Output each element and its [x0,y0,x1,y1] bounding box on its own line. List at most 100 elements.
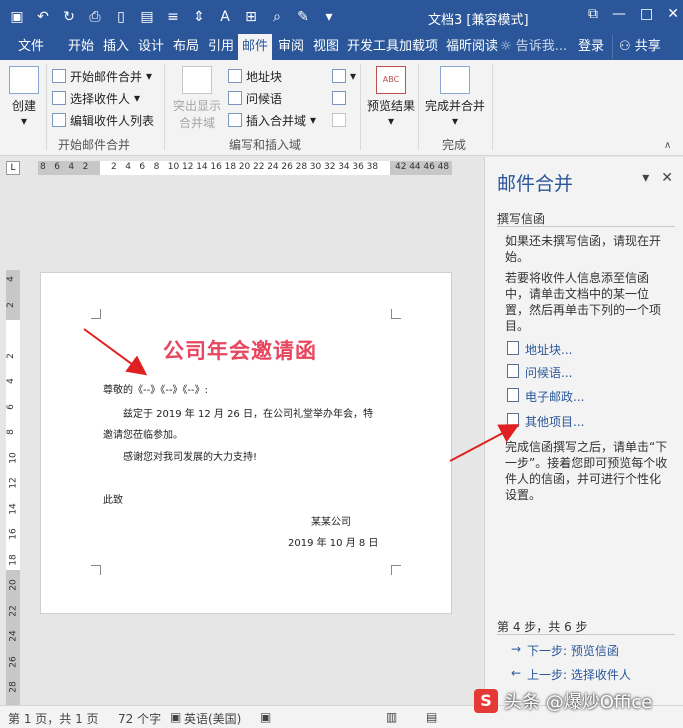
macro-icon[interactable]: ▣ [260,710,271,724]
ruler-tick-label: 26 [8,655,19,668]
insert-merge-field-button[interactable]: 插入合并域 ▾ [228,110,316,130]
ruler-tick-label: 48 [437,162,450,172]
tab-layout[interactable]: 布局 [169,34,203,60]
tab-review[interactable]: 审阅 [274,34,308,60]
vertical-ruler[interactable]: 4 2 2 4 6 8 10 12 14 16 18 20 22 24 26 28 [6,270,20,705]
tell-me-input[interactable]: ☼ 告诉我... [500,34,567,60]
ruler-tick-label: 6 [54,162,60,172]
spelling-icon[interactable]: ▣ [170,710,181,724]
ruler-tick-label: 2 [5,352,16,359]
greeting-line-button[interactable]: 问候语 [228,88,282,108]
ruler-tick-label: 8 [153,162,160,172]
create-button[interactable]: 创建 ▾ [8,66,40,128]
pane-title: 邮件合并 [497,173,574,195]
edit-recipient-list-button[interactable]: 编辑收件人列表 [52,110,154,130]
minimize-icon[interactable]: — [612,6,626,22]
start-merge-button[interactable]: 开始邮件合并 ▾ [52,66,152,86]
preview-results-button[interactable]: ABC 预览结果 ▾ [366,66,416,128]
recipients-icon [52,91,66,105]
pane-text-3: 完成信函撰写之后，请单击“下一步”。接着您即可预览每个收件人的信函，并可进行个性… [505,440,668,502]
ruler-tick-label: 16 [210,162,222,172]
paste-icon[interactable]: ▤ [136,6,158,28]
crop-mark [91,309,101,319]
ribbon-tabs: 文件 开始 插入 设计 布局 引用 邮件 审阅 视图 开发工具 加载项 福昕阅读… [0,34,683,60]
pen-icon[interactable]: ✎ [292,6,314,28]
ruler-tick-label: 2 [5,301,16,308]
tab-view[interactable]: 视图 [309,34,343,60]
tab-foxit[interactable]: 福昕阅读 [442,34,502,60]
ruler-tick-label: 4 [68,162,75,172]
previous-step-link[interactable]: ← 上一步: 选择收件人 [511,666,631,683]
save-icon[interactable]: ▣ [6,6,28,28]
tab-addins[interactable]: 加载项 [395,34,442,60]
ruler-tick-label: 12 [182,162,194,172]
rules-button[interactable]: ▾ [332,66,356,86]
share-button[interactable]: ⚇ 共享 [612,35,667,59]
page-count[interactable]: 第 1 页，共 1 页 [8,710,99,727]
tab-developer[interactable]: 开发工具 [343,34,403,60]
letter-company: 某某公司 [311,517,351,528]
pane-options-icon[interactable]: ▾ [642,170,649,186]
align-icon[interactable]: ≡ [162,6,184,28]
tab-design[interactable]: 设计 [134,34,168,60]
tab-home[interactable]: 开始 [64,34,98,60]
tab-file[interactable]: 文件 [14,34,48,60]
pane-section-heading: 撰写信函 [497,212,546,226]
ruler-tick-label: 22 [8,604,19,617]
letter-paragraph-1: 兹定于 2019 年 12 月 26 日，在公司礼堂举办年会，特 [123,409,373,420]
highlight-merge-fields-button[interactable]: 突出显示 合并域 [170,66,224,131]
pane-close-icon[interactable]: ✕ [661,170,673,186]
next-step-link[interactable]: → 下一步: 预览信函 [511,642,619,659]
address-block-icon [228,69,242,83]
group-label-write-insert: 编写和插入域 [229,138,302,152]
undo-icon[interactable]: ↶ [32,6,54,28]
ruler-tick-label: 18 [8,553,19,566]
maximize-icon[interactable]: □ [640,6,653,22]
collapse-ribbon-icon[interactable]: ∧ [664,140,671,151]
lightbulb-icon: ☼ [500,39,512,54]
ruler-tick-label: 22 [253,162,265,172]
paragraph-spacing-icon[interactable]: ⇕ [188,6,210,28]
highlight-fields-icon [182,66,212,94]
print-layout-icon[interactable]: ▤ [426,710,437,724]
address-block-button[interactable]: 地址块 [228,66,282,86]
link-greeting-line[interactable]: 问候语... [507,364,572,381]
close-icon[interactable]: ✕ [667,6,679,22]
match-fields-button[interactable] [332,88,346,108]
group-separator [164,64,165,150]
new-document-icon[interactable]: ▯ [110,6,132,28]
login-link[interactable]: 登录 [578,34,604,60]
tab-mailings[interactable]: 邮件 [238,34,273,60]
read-mode-icon[interactable]: ▥ [386,710,397,724]
tab-insert[interactable]: 插入 [99,34,133,60]
sogou-logo-icon: S [474,689,498,713]
redo-icon[interactable]: ↻ [58,6,80,28]
ruler-tick-label: 10 [167,162,180,172]
document-page[interactable]: 公司年会邀请函 尊敬的《--》《--》《--》: 兹定于 2019 年 12 月… [40,272,452,614]
ruler-tick-label: 28 [295,162,308,172]
print-preview-icon[interactable]: ⎙ [84,6,106,28]
select-recipients-button[interactable]: 选择收件人 ▾ [52,88,140,108]
language[interactable]: 英语(美国) [184,710,241,727]
link-electronic-postage[interactable]: 电子邮政... [507,388,584,405]
table-icon[interactable]: ⊞ [240,6,262,28]
link-more-items[interactable]: 其他项目... [507,413,584,430]
ruler-tick-label: 46 [423,162,435,172]
ruler-tick-label: 34 [338,162,350,172]
word-count[interactable]: 72 个字 [118,710,161,727]
link-address-block[interactable]: 地址块... [507,341,572,358]
finish-merge-icon [440,66,470,94]
find-icon[interactable]: ⌕ [266,6,288,28]
horizontal-ruler[interactable]: 8 6 4 2 2 4 6 8 10 12 14 16 18 20 22 24 26 28 30 32 34 36 38 42… [38,161,452,175]
finish-merge-button[interactable]: 完成并合并 ▾ [424,66,486,128]
update-labels-icon [332,113,346,127]
group-label-finish: 完成 [442,138,467,152]
customize-qat-icon[interactable]: ▾ [318,6,340,28]
tab-references[interactable]: 引用 [204,34,238,60]
font-color-icon[interactable]: A [214,6,236,28]
letter-closing: 此致 [103,495,123,506]
update-labels-button[interactable] [332,110,346,130]
ribbon-display-icon[interactable]: ⧉ [588,6,598,22]
tab-selector-button[interactable]: L [6,161,20,175]
watermark: S 头条 @爆炒Office [474,688,652,714]
